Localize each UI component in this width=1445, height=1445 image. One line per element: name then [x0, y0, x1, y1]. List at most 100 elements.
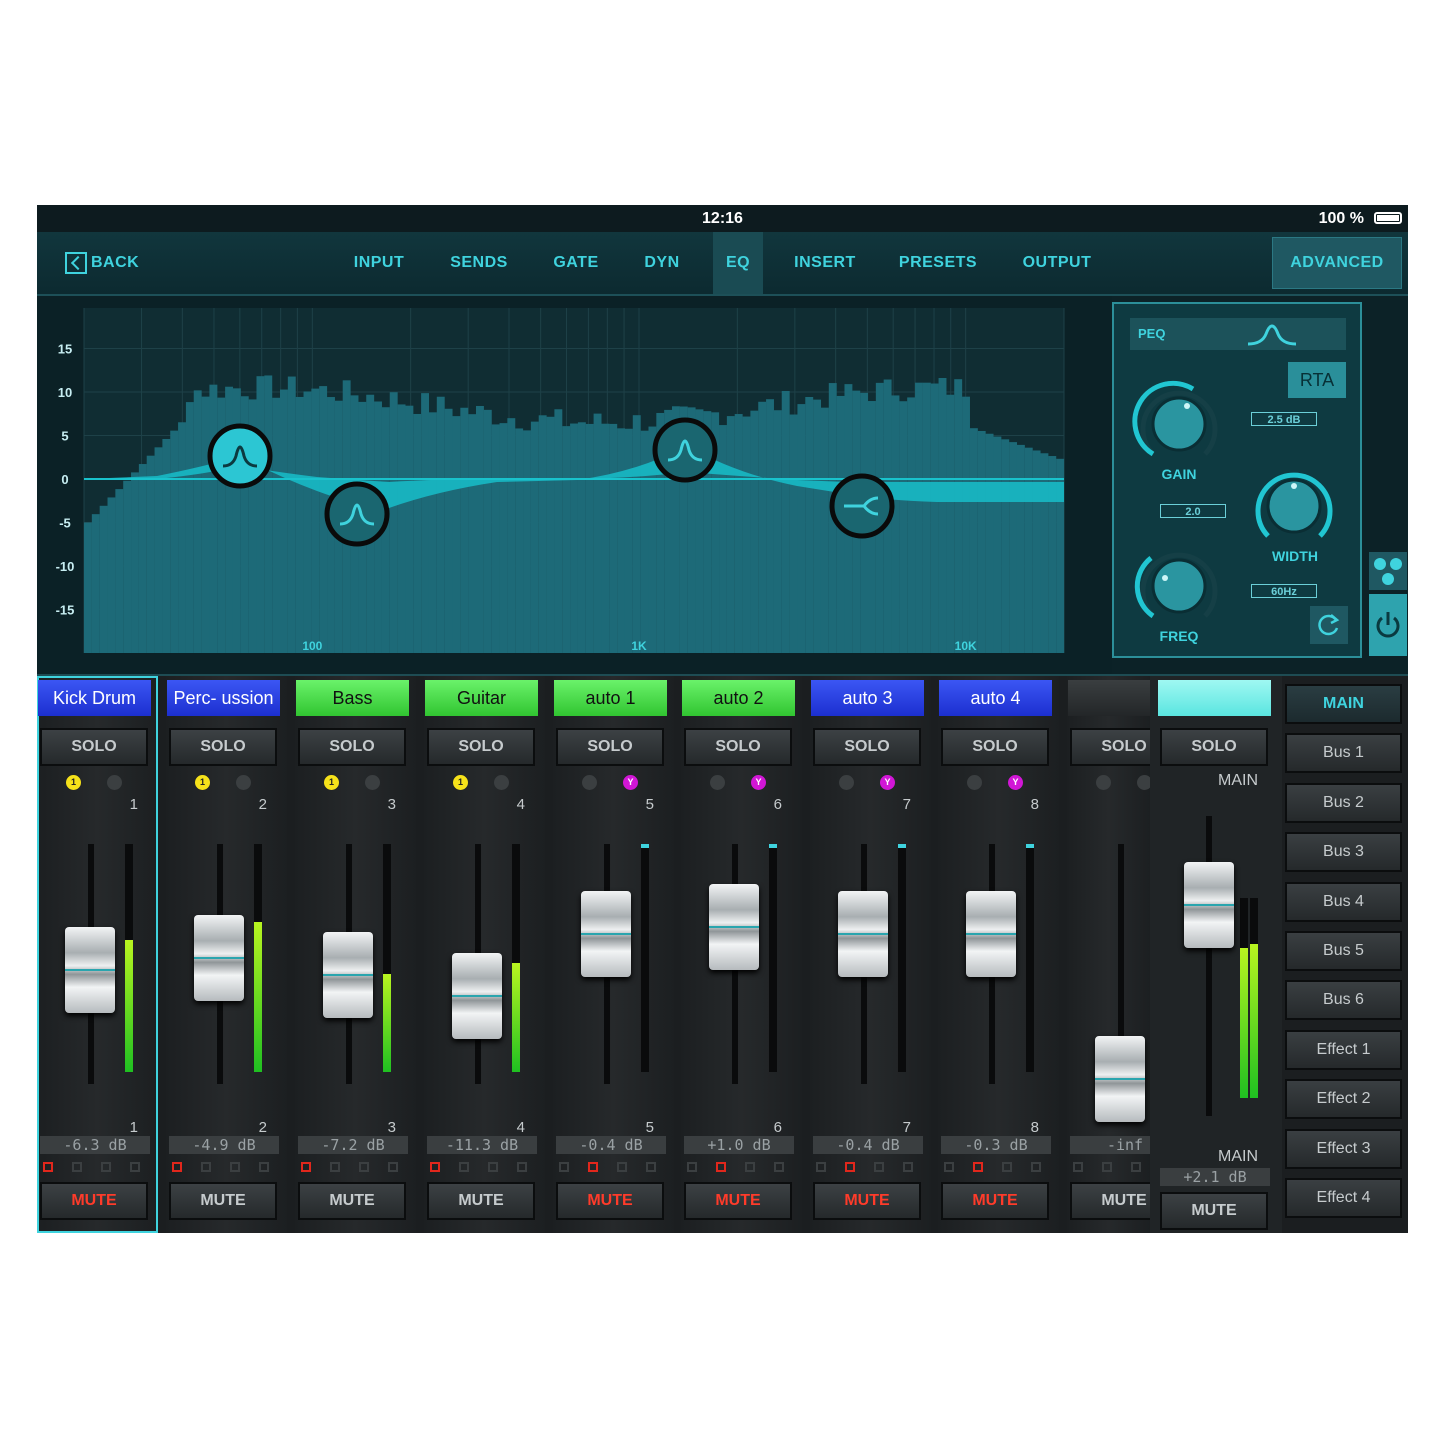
- bus-bus-3[interactable]: Bus 3: [1285, 832, 1402, 873]
- route-toggle[interactable]: [172, 1162, 182, 1172]
- gain-knob[interactable]: [1131, 376, 1227, 472]
- channel-fader[interactable]: [1095, 1036, 1145, 1122]
- route-toggle[interactable]: [588, 1162, 598, 1172]
- route-toggle[interactable]: [1031, 1162, 1041, 1172]
- route-toggle[interactable]: [687, 1162, 697, 1172]
- channel-name[interactable]: Kick Drum: [38, 680, 151, 716]
- band-3-node[interactable]: [652, 417, 718, 483]
- route-toggle[interactable]: [259, 1162, 269, 1172]
- tab-insert[interactable]: INSERT: [787, 232, 863, 294]
- route-toggle[interactable]: [559, 1162, 569, 1172]
- route-toggle[interactable]: [1073, 1162, 1083, 1172]
- input-y-badge[interactable]: Y: [1008, 775, 1023, 790]
- input-dot[interactable]: [236, 775, 251, 790]
- main-solo-button[interactable]: SOLO: [1160, 728, 1268, 766]
- tab-output[interactable]: OUTPUT: [1013, 232, 1101, 294]
- route-toggle[interactable]: [944, 1162, 954, 1172]
- route-toggle[interactable]: [716, 1162, 726, 1172]
- bus-bus-4[interactable]: Bus 4: [1285, 881, 1402, 922]
- route-toggle[interactable]: [646, 1162, 656, 1172]
- tab-eq[interactable]: EQ: [713, 232, 763, 294]
- input-dot[interactable]: [1096, 775, 1111, 790]
- bus-effect-4[interactable]: Effect 4: [1285, 1178, 1402, 1218]
- route-toggle[interactable]: [130, 1162, 140, 1172]
- channel-fader[interactable]: [838, 890, 888, 977]
- tab-presets[interactable]: PRESETS: [892, 232, 984, 294]
- route-toggle[interactable]: [359, 1162, 369, 1172]
- channel-name[interactable]: Perc- ussion: [167, 680, 280, 716]
- input-1-badge[interactable]: 1: [195, 775, 210, 790]
- mute-button[interactable]: MUTE: [427, 1182, 535, 1220]
- channel-fader[interactable]: [323, 931, 373, 1018]
- peq-type-selector[interactable]: PEQ: [1130, 318, 1346, 350]
- main-mute-button[interactable]: MUTE: [1160, 1192, 1268, 1230]
- main-name[interactable]: [1158, 680, 1271, 716]
- mute-button[interactable]: MUTE: [684, 1182, 792, 1220]
- rta-button[interactable]: RTA: [1288, 362, 1346, 398]
- mute-button[interactable]: MUTE: [40, 1182, 148, 1220]
- channel-fader[interactable]: [709, 883, 759, 970]
- input-y-badge[interactable]: Y: [751, 775, 766, 790]
- channel-name[interactable]: auto 4: [939, 680, 1052, 716]
- solo-button[interactable]: SOLO: [169, 728, 277, 766]
- eq-bands-icon[interactable]: [1369, 552, 1407, 590]
- tab-dyn[interactable]: DYN: [634, 232, 690, 294]
- solo-button[interactable]: SOLO: [427, 728, 535, 766]
- channel-fader[interactable]: [452, 953, 502, 1040]
- input-1-badge[interactable]: 1: [66, 775, 81, 790]
- input-dot[interactable]: [494, 775, 509, 790]
- band-2-node[interactable]: [324, 481, 390, 547]
- tab-gate[interactable]: GATE: [545, 232, 607, 294]
- band-4-node[interactable]: [829, 473, 895, 539]
- route-toggle[interactable]: [774, 1162, 784, 1172]
- mute-button[interactable]: MUTE: [169, 1182, 277, 1220]
- bus-bus-6[interactable]: Bus 6: [1285, 980, 1402, 1021]
- route-toggle[interactable]: [903, 1162, 913, 1172]
- tab-input[interactable]: INPUT: [342, 232, 416, 294]
- route-toggle[interactable]: [301, 1162, 311, 1172]
- route-toggle[interactable]: [816, 1162, 826, 1172]
- bus-bus-2[interactable]: Bus 2: [1285, 782, 1402, 823]
- bus-bus-1[interactable]: Bus 1: [1285, 733, 1402, 774]
- reset-button[interactable]: [1310, 606, 1348, 644]
- input-y-badge[interactable]: Y: [880, 775, 895, 790]
- route-toggle[interactable]: [430, 1162, 440, 1172]
- back-button[interactable]: BACK: [65, 248, 139, 278]
- input-dot[interactable]: [107, 775, 122, 790]
- channel-name[interactable]: auto 1: [554, 680, 667, 716]
- input-dot[interactable]: [839, 775, 854, 790]
- channel-fader[interactable]: [966, 890, 1016, 977]
- route-toggle[interactable]: [845, 1162, 855, 1172]
- channel-fader[interactable]: [581, 890, 631, 977]
- route-toggle[interactable]: [101, 1162, 111, 1172]
- mute-button[interactable]: MUTE: [941, 1182, 1049, 1220]
- main-fader[interactable]: [1184, 862, 1234, 948]
- channel-name[interactable]: auto 3: [811, 680, 924, 716]
- route-toggle[interactable]: [1131, 1162, 1141, 1172]
- bus-effect-1[interactable]: Effect 1: [1285, 1029, 1402, 1070]
- solo-button[interactable]: SOLO: [813, 728, 921, 766]
- channel-name[interactable]: Bass: [296, 680, 409, 716]
- input-dot[interactable]: [710, 775, 725, 790]
- bus-bus-5[interactable]: Bus 5: [1285, 931, 1402, 971]
- route-toggle[interactable]: [488, 1162, 498, 1172]
- eq-power-button[interactable]: [1369, 594, 1407, 656]
- route-toggle[interactable]: [874, 1162, 884, 1172]
- input-dot[interactable]: [582, 775, 597, 790]
- channel-name[interactable]: auto 2: [682, 680, 795, 716]
- route-toggle[interactable]: [72, 1162, 82, 1172]
- route-toggle[interactable]: [1002, 1162, 1012, 1172]
- band-1-node[interactable]: [207, 423, 273, 489]
- route-toggle[interactable]: [517, 1162, 527, 1172]
- advanced-button[interactable]: ADVANCED: [1272, 237, 1402, 289]
- route-toggle[interactable]: [617, 1162, 627, 1172]
- bus-effect-2[interactable]: Effect 2: [1285, 1079, 1402, 1120]
- route-toggle[interactable]: [459, 1162, 469, 1172]
- channel-fader[interactable]: [194, 914, 244, 1001]
- solo-button[interactable]: SOLO: [941, 728, 1049, 766]
- mute-button[interactable]: MUTE: [298, 1182, 406, 1220]
- solo-button[interactable]: SOLO: [298, 728, 406, 766]
- route-toggle[interactable]: [388, 1162, 398, 1172]
- input-1-badge[interactable]: 1: [324, 775, 339, 790]
- input-1-badge[interactable]: 1: [453, 775, 468, 790]
